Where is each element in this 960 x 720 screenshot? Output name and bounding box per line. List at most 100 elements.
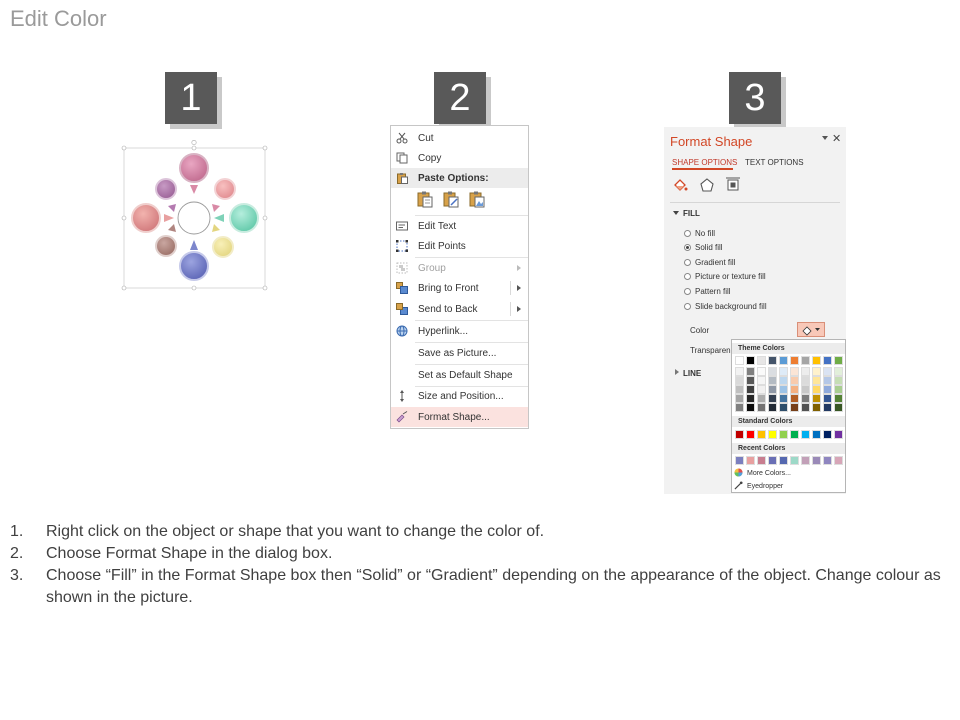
- theme-color-shade-swatch[interactable]: [812, 394, 821, 403]
- standard-color-swatch[interactable]: [834, 430, 843, 439]
- menu-item-cut[interactable]: Cut: [391, 128, 528, 148]
- theme-color-shade-swatch[interactable]: [746, 385, 755, 394]
- standard-color-swatch[interactable]: [812, 430, 821, 439]
- expand-triangle-icon[interactable]: [673, 211, 679, 215]
- paste-keep-formatting-icon[interactable]: [416, 190, 434, 211]
- theme-color-shade-swatch[interactable]: [790, 376, 799, 385]
- standard-color-swatch[interactable]: [735, 430, 744, 439]
- theme-color-shade-swatch[interactable]: [768, 403, 777, 412]
- collapse-triangle-icon[interactable]: [675, 369, 679, 375]
- standard-color-swatch[interactable]: [757, 430, 766, 439]
- theme-color-shade-swatch[interactable]: [768, 385, 777, 394]
- theme-color-shade-swatch[interactable]: [757, 385, 766, 394]
- radio-gradient-fill[interactable]: Gradient fill: [684, 256, 735, 268]
- theme-color-shade-swatch[interactable]: [812, 385, 821, 394]
- standard-color-swatch[interactable]: [768, 430, 777, 439]
- theme-color-shade-swatch[interactable]: [746, 376, 755, 385]
- fill-line-icon[interactable]: [672, 177, 688, 193]
- theme-color-swatch[interactable]: [757, 356, 766, 365]
- radio-button[interactable]: [684, 287, 691, 295]
- submenu-arrow-icon[interactable]: [517, 285, 521, 291]
- menu-item-send-to-back[interactable]: Send to Back: [391, 299, 528, 319]
- theme-color-shade-swatch[interactable]: [779, 367, 788, 376]
- theme-color-swatch[interactable]: [790, 356, 799, 365]
- standard-color-swatch[interactable]: [801, 430, 810, 439]
- theme-color-shade-swatch[interactable]: [834, 385, 843, 394]
- theme-color-shade-swatch[interactable]: [746, 367, 755, 376]
- radio-button[interactable]: [684, 272, 691, 280]
- theme-color-shade-swatch[interactable]: [834, 376, 843, 385]
- recent-color-swatch[interactable]: [823, 456, 832, 465]
- radio-button[interactable]: [684, 258, 691, 266]
- theme-color-shade-swatch[interactable]: [801, 376, 810, 385]
- radio-slide-background-fill[interactable]: Slide background fill: [684, 300, 767, 312]
- menu-item-set-default-shape[interactable]: Set as Default Shape: [391, 365, 528, 385]
- menu-item-bring-to-front[interactable]: Bring to Front: [391, 278, 528, 298]
- effects-icon[interactable]: [699, 177, 715, 193]
- standard-color-swatch[interactable]: [779, 430, 788, 439]
- recent-color-swatch[interactable]: [735, 456, 744, 465]
- theme-color-shade-swatch[interactable]: [735, 376, 744, 385]
- menu-item-format-shape[interactable]: Format Shape...: [391, 407, 528, 427]
- menu-item-edit-text[interactable]: Edit Text: [391, 216, 528, 236]
- theme-color-shade-swatch[interactable]: [735, 367, 744, 376]
- theme-color-shade-swatch[interactable]: [823, 385, 832, 394]
- theme-color-swatch[interactable]: [779, 356, 788, 365]
- recent-color-swatch[interactable]: [779, 456, 788, 465]
- submenu-arrow-icon[interactable]: [517, 306, 521, 312]
- theme-color-swatch[interactable]: [746, 356, 755, 365]
- theme-color-shade-swatch[interactable]: [735, 403, 744, 412]
- theme-color-shade-swatch[interactable]: [801, 385, 810, 394]
- theme-color-shade-swatch[interactable]: [801, 403, 810, 412]
- theme-color-shade-swatch[interactable]: [790, 367, 799, 376]
- theme-color-shade-swatch[interactable]: [790, 394, 799, 403]
- theme-color-shade-swatch[interactable]: [757, 403, 766, 412]
- theme-color-shade-swatch[interactable]: [812, 367, 821, 376]
- radio-picture-texture-fill[interactable]: Picture or texture fill: [684, 270, 766, 282]
- theme-color-swatch[interactable]: [812, 356, 821, 365]
- theme-color-shade-swatch[interactable]: [823, 367, 832, 376]
- recent-color-swatch[interactable]: [757, 456, 766, 465]
- theme-color-shade-swatch[interactable]: [790, 385, 799, 394]
- theme-color-swatch[interactable]: [823, 356, 832, 365]
- radio-button[interactable]: [684, 243, 691, 251]
- recent-color-swatch[interactable]: [801, 456, 810, 465]
- recent-color-swatch[interactable]: [834, 456, 843, 465]
- theme-color-shade-swatch[interactable]: [779, 385, 788, 394]
- theme-color-shade-swatch[interactable]: [823, 394, 832, 403]
- theme-color-shade-swatch[interactable]: [757, 367, 766, 376]
- menu-item-hyperlink[interactable]: Hyperlink...: [391, 321, 528, 341]
- menu-item-group[interactable]: Group: [391, 258, 528, 278]
- theme-color-swatch[interactable]: [834, 356, 843, 365]
- theme-color-shade-swatch[interactable]: [779, 403, 788, 412]
- tab-text-options[interactable]: TEXT OPTIONS: [745, 158, 804, 167]
- radio-no-fill[interactable]: No fill: [684, 227, 715, 239]
- theme-color-shade-swatch[interactable]: [779, 376, 788, 385]
- menu-item-edit-points[interactable]: Edit Points: [391, 236, 528, 256]
- theme-color-swatch[interactable]: [801, 356, 810, 365]
- theme-color-shade-swatch[interactable]: [834, 403, 843, 412]
- fill-section-header[interactable]: FILL: [683, 209, 700, 218]
- theme-color-shade-swatch[interactable]: [757, 394, 766, 403]
- menu-item-save-as-picture[interactable]: Save as Picture...: [391, 343, 528, 363]
- sample-diagram[interactable]: [120, 140, 270, 295]
- theme-color-shade-swatch[interactable]: [823, 376, 832, 385]
- standard-color-swatch[interactable]: [746, 430, 755, 439]
- fill-color-button[interactable]: [797, 322, 825, 337]
- radio-solid-fill[interactable]: Solid fill: [684, 241, 723, 253]
- theme-color-shade-swatch[interactable]: [768, 367, 777, 376]
- theme-color-shade-swatch[interactable]: [801, 394, 810, 403]
- paste-merge-formatting-icon[interactable]: [442, 190, 460, 211]
- recent-color-swatch[interactable]: [746, 456, 755, 465]
- radio-button[interactable]: [684, 302, 691, 310]
- theme-color-shade-swatch[interactable]: [735, 394, 744, 403]
- standard-color-swatch[interactable]: [790, 430, 799, 439]
- eyedropper-option[interactable]: Eyedropper: [734, 480, 783, 492]
- radio-pattern-fill[interactable]: Pattern fill: [684, 285, 731, 297]
- theme-color-shade-swatch[interactable]: [735, 385, 744, 394]
- close-icon[interactable]: ✕: [832, 132, 841, 145]
- theme-color-shade-swatch[interactable]: [746, 403, 755, 412]
- theme-color-shade-swatch[interactable]: [768, 376, 777, 385]
- theme-color-shade-swatch[interactable]: [757, 376, 766, 385]
- more-colors-option[interactable]: More Colors...: [734, 467, 791, 479]
